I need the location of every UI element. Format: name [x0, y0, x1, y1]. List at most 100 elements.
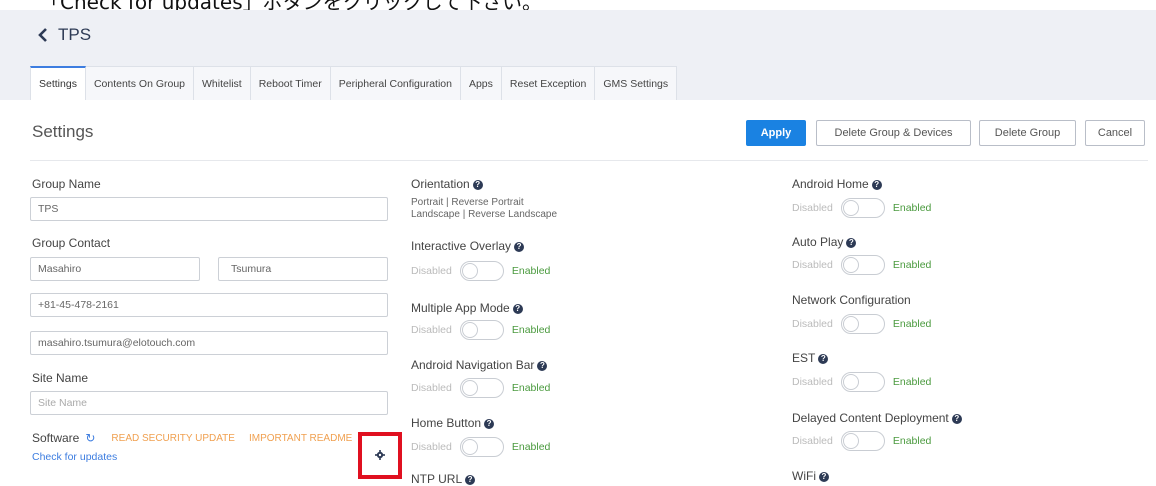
android-home-toggle-row: Disabled Enabled — [792, 198, 931, 218]
toggle-off-label: Disabled — [411, 382, 452, 394]
toggle-on-label: Enabled — [892, 435, 932, 447]
ntp-url-label: NTP URL? — [411, 472, 476, 486]
toggle-knob — [842, 374, 859, 390]
network-config-label: Network Configuration — [792, 293, 911, 307]
home-button-toggle-row: Disabled Enabled — [411, 437, 550, 457]
tab-reset-exception[interactable]: Reset Exception — [501, 66, 596, 100]
refresh-icon[interactable]: ↻ — [85, 431, 95, 445]
delayed-content-toggle[interactable] — [840, 431, 885, 451]
cancel-button[interactable]: Cancel — [1085, 120, 1145, 146]
divider — [30, 160, 1148, 161]
auto-play-text: Auto Play — [792, 235, 844, 249]
help-icon[interactable]: ? — [819, 472, 829, 482]
back-link[interactable]: TPS — [38, 25, 91, 45]
help-icon[interactable]: ? — [871, 180, 882, 190]
toggle-knob — [842, 433, 859, 449]
home-button-text: Home Button — [411, 416, 482, 430]
site-name-label: Site Name — [32, 371, 89, 385]
android-nav-bar-toggle-row: Disabled Enabled — [411, 378, 550, 398]
instruction-caption-text: 「Check for updates」ボタンをクリックして下さい。 — [40, 0, 542, 10]
tab-peripheral-configuration[interactable]: Peripheral Configuration — [330, 66, 461, 100]
multiple-app-mode-text: Multiple App Mode — [411, 301, 510, 315]
help-icon[interactable]: ? — [484, 419, 495, 429]
group-title: TPS — [58, 25, 92, 44]
toggle-on-label: Enabled — [511, 382, 551, 394]
toggle-off-label: Disabled — [792, 202, 833, 214]
auto-play-toggle[interactable] — [840, 255, 885, 275]
est-toggle-row: Disabled Enabled — [792, 372, 931, 392]
last-name-field[interactable]: Tsumura — [218, 257, 388, 281]
interactive-overlay-label: Interactive Overlay? — [411, 239, 525, 253]
tab-gms-settings[interactable]: GMS Settings — [595, 66, 678, 100]
network-config-toggle-row: Disabled Enabled — [792, 314, 931, 334]
read-security-update-link[interactable]: READ SECURITY UPDATE — [111, 433, 235, 444]
wifi-text: WiFi — [792, 469, 816, 483]
toggle-knob — [842, 257, 859, 273]
email-field[interactable]: masahiro.tsumura@elotouch.com — [30, 331, 388, 355]
android-nav-bar-text: Android Navigation Bar — [411, 358, 535, 372]
interactive-overlay-text: Interactive Overlay — [411, 239, 512, 253]
toggle-off-label: Disabled — [411, 324, 452, 336]
interactive-overlay-toggle[interactable] — [459, 261, 504, 281]
delayed-content-text: Delayed Content Deployment — [792, 411, 949, 425]
est-text: EST — [792, 351, 816, 365]
toggle-knob — [461, 322, 478, 338]
toggle-knob — [842, 316, 859, 332]
interactive-overlay-toggle-row: Disabled Enabled — [411, 261, 550, 281]
toggle-knob — [461, 439, 478, 455]
orientation-label: Orientation? — [411, 177, 483, 191]
tab-whitelist[interactable]: Whitelist — [194, 66, 251, 100]
help-icon[interactable]: ? — [512, 304, 523, 314]
orientation-options-landscape[interactable]: Landscape | Reverse Landscape — [411, 209, 557, 221]
group-name-field[interactable]: TPS — [30, 197, 388, 221]
site-name-field[interactable]: Site Name — [30, 391, 388, 415]
phone-field[interactable]: +81-45-478-2161 — [30, 293, 388, 317]
help-icon[interactable]: ? — [846, 238, 857, 248]
toggle-on-label: Enabled — [892, 202, 932, 214]
wifi-label: WiFi? — [792, 469, 829, 483]
tab-settings[interactable]: Settings — [30, 66, 86, 100]
highlight-box — [358, 432, 402, 479]
tab-reboot-timer[interactable]: Reboot Timer — [250, 66, 331, 100]
important-readme-link[interactable]: IMPORTANT README — [249, 433, 352, 444]
apply-button[interactable]: Apply — [746, 120, 806, 146]
toggle-off-label: Disabled — [411, 265, 452, 277]
delayed-content-toggle-row: Disabled Enabled — [792, 431, 931, 451]
est-toggle[interactable] — [840, 372, 885, 392]
toggle-on-label: Enabled — [511, 324, 551, 336]
delete-group-button[interactable]: Delete Group — [979, 120, 1076, 146]
toggle-on-label: Enabled — [511, 265, 551, 277]
network-config-toggle[interactable] — [840, 314, 885, 334]
software-row: Software ↻ READ SECURITY UPDATE IMPORTAN… — [32, 431, 352, 445]
toggle-off-label: Disabled — [411, 441, 452, 453]
orientation-options-portrait[interactable]: Portrait | Reverse Portrait — [411, 197, 524, 209]
multiple-app-mode-toggle[interactable] — [459, 320, 504, 340]
home-button-toggle[interactable] — [459, 437, 504, 457]
toggle-knob — [461, 380, 478, 396]
toggle-knob — [842, 200, 859, 216]
toggle-off-label: Disabled — [792, 376, 833, 388]
tab-contents-on-group[interactable]: Contents On Group — [85, 66, 195, 100]
toggle-off-label: Disabled — [792, 435, 833, 447]
software-label: Software — [32, 431, 80, 445]
orientation-label-text: Orientation — [411, 177, 470, 191]
tab-apps[interactable]: Apps — [460, 66, 502, 100]
page-title: Settings — [32, 122, 94, 141]
check-for-updates-link[interactable]: Check for updates — [32, 451, 117, 463]
help-icon[interactable]: ? — [951, 414, 962, 424]
chevron-left-icon — [38, 28, 48, 42]
first-name-field[interactable]: Masahiro — [30, 257, 200, 281]
home-button-label: Home Button? — [411, 416, 495, 430]
help-icon[interactable]: ? — [818, 354, 829, 364]
toggle-knob — [461, 263, 478, 279]
android-home-toggle[interactable] — [840, 198, 885, 218]
help-icon[interactable]: ? — [514, 242, 525, 252]
gear-icon[interactable] — [375, 447, 385, 465]
android-nav-bar-toggle[interactable] — [459, 378, 504, 398]
toggle-on-label: Enabled — [511, 441, 551, 453]
help-icon[interactable]: ? — [472, 180, 483, 190]
help-icon[interactable]: ? — [465, 475, 476, 485]
est-label: EST? — [792, 351, 829, 365]
help-icon[interactable]: ? — [537, 361, 548, 371]
delete-group-devices-button[interactable]: Delete Group & Devices — [816, 120, 971, 146]
